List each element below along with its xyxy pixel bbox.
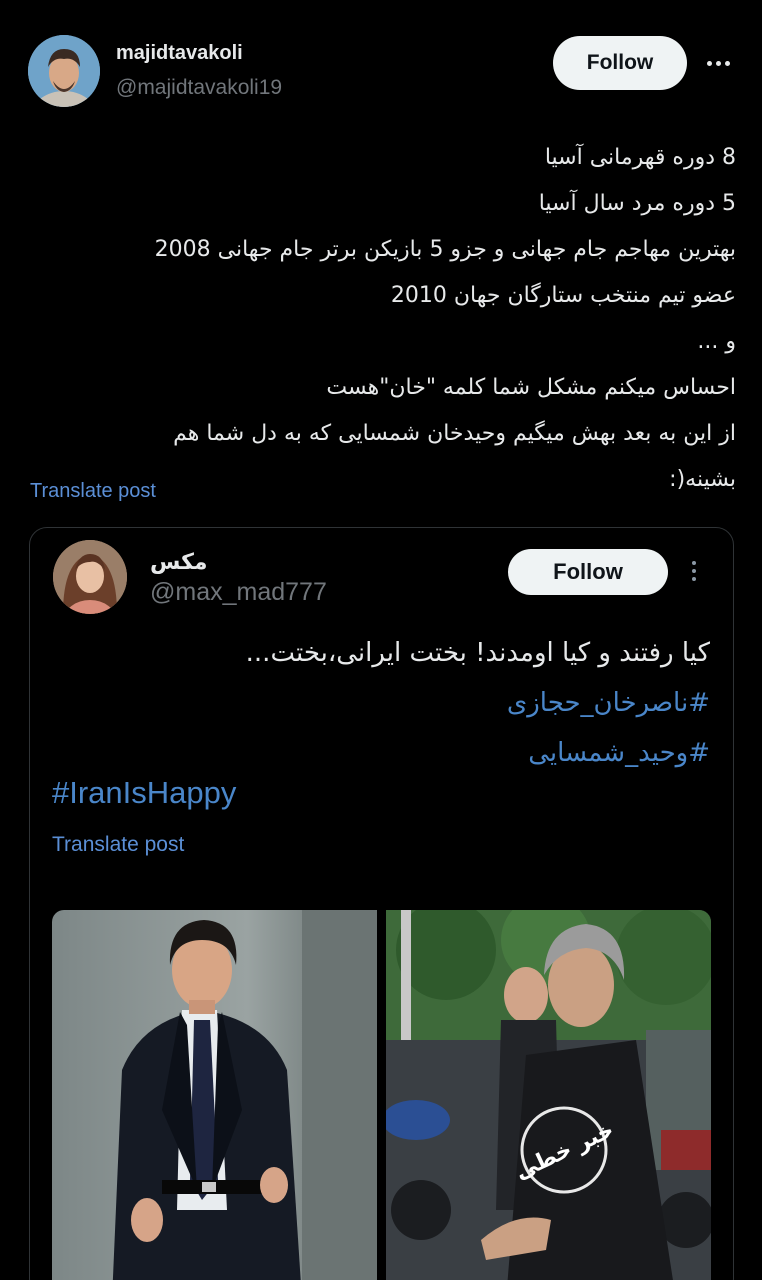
- translate-post-link[interactable]: Translate post: [30, 480, 156, 503]
- more-options-icon[interactable]: [700, 48, 736, 78]
- post-text: 8 دوره قهرمانی آسیا 5 دوره مرد سال آسیا …: [40, 135, 736, 503]
- quoted-handle[interactable]: @max_mad777: [150, 578, 327, 607]
- quoted-post[interactable]: مکس @max_mad777 Follow کیا رفتند و کیا ا…: [29, 527, 734, 1280]
- follow-button[interactable]: Follow: [553, 36, 687, 90]
- post-header: majidtavakoli @majidtavakoli19 Follow: [0, 0, 762, 110]
- translate-post-link[interactable]: Translate post: [52, 833, 184, 857]
- hashtag-link[interactable]: #IranIsHappy: [52, 775, 236, 811]
- post-username[interactable]: majidtavakoli: [116, 42, 243, 65]
- post-handle[interactable]: @majidtavakoli19: [116, 76, 282, 100]
- post-text-line: و ...: [697, 329, 736, 354]
- photo-man-in-suit[interactable]: [52, 910, 377, 1280]
- post-text-line: 8 دوره قهرمانی آسیا: [544, 145, 736, 170]
- quoted-more-icon[interactable]: [684, 556, 704, 586]
- post-text-line: 5 دوره مرد سال آسیا: [538, 191, 736, 216]
- post-text-line: احساس میکنم مشکل شما کلمه "خان"هست: [326, 375, 736, 400]
- photo-street-crowd[interactable]: خبر خطی: [386, 910, 711, 1280]
- quoted-follow-button[interactable]: Follow: [508, 549, 668, 595]
- quoted-text-line: کیا رفتند و کیا اومدند! بختت ایرانی،بختت…: [245, 638, 710, 668]
- quoted-text: کیا رفتند و کیا اومدند! بختت ایرانی،بختت…: [52, 628, 710, 778]
- post-text-line: عضو تیم منتخب ستارگان جهان 2010: [390, 283, 736, 308]
- hashtag-link[interactable]: #ناصرخان_حجازی: [52, 678, 710, 728]
- post-text-line: از این به بعد بهش میگیم وحیدخان شمسایی ک…: [173, 421, 736, 446]
- post-text-line: بهترین مهاجم جام جهانی و جزو 5 بازیکن بر…: [154, 237, 736, 262]
- hashtag-link[interactable]: #وحید_شمسایی: [52, 728, 710, 778]
- quoted-avatar[interactable]: [53, 540, 127, 614]
- avatar[interactable]: [28, 35, 100, 107]
- quoted-name[interactable]: مکس: [150, 550, 208, 575]
